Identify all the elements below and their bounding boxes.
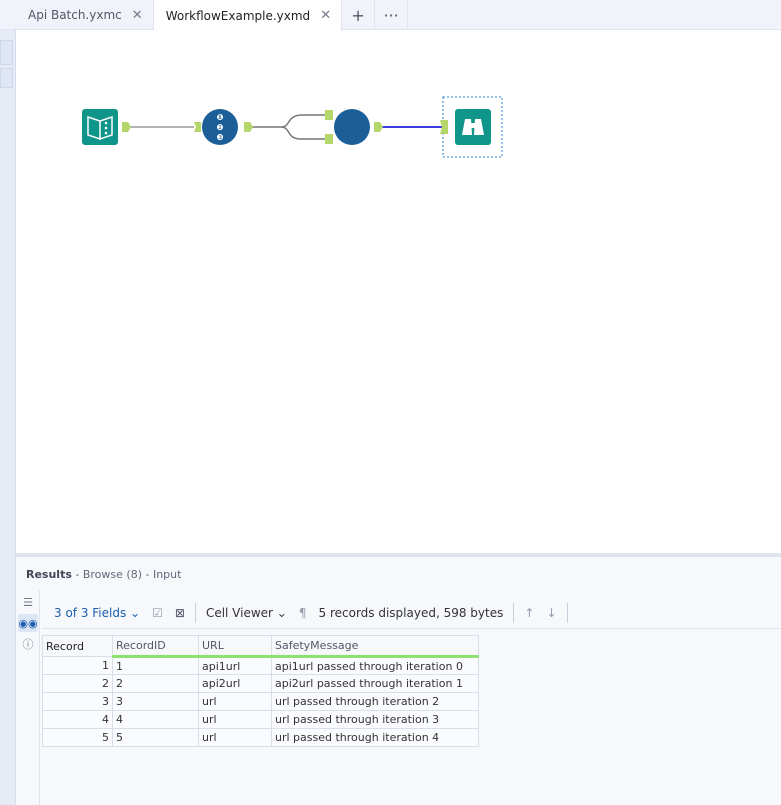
table-cell[interactable]: api2url xyxy=(198,674,272,693)
deselect-icon[interactable]: ⊠ xyxy=(175,606,185,620)
tab-label: WorkflowExample.yxmd xyxy=(165,8,311,23)
table-cell[interactable]: url passed through iteration 4 xyxy=(271,728,479,747)
binoculars-icon[interactable]: ◉◉ xyxy=(18,614,38,632)
browse-tool-icon[interactable] xyxy=(455,109,491,145)
tab-api-batch[interactable]: Api Batch.yxmc ✕ xyxy=(0,0,154,30)
table-cell[interactable]: 2 xyxy=(42,674,113,693)
pilcrow-icon[interactable]: ¶ xyxy=(299,606,307,620)
macro-tool-icon[interactable] xyxy=(334,109,370,145)
list-icon[interactable]: ☰ xyxy=(18,593,38,611)
table-cell[interactable]: 4 xyxy=(112,710,199,729)
results-toolbar: 3 of 3 Fields ⌄ ☑ ⊠ Cell Viewer ⌄ ¶ 5 re… xyxy=(42,597,781,629)
add-tab-button[interactable]: + xyxy=(342,0,376,30)
svg-text:❷: ❷ xyxy=(216,123,223,132)
workflow-canvas[interactable]: ❶ ❷ ❸ xyxy=(16,31,781,553)
arrow-down-icon[interactable]: ↓ xyxy=(546,606,556,620)
fields-dropdown[interactable]: 3 of 3 Fields ⌄ xyxy=(54,606,140,620)
table-cell[interactable]: 5 xyxy=(42,728,113,747)
close-icon[interactable]: ✕ xyxy=(132,8,143,23)
table-cell[interactable]: api1url passed through iteration 0 xyxy=(271,656,479,675)
table-row[interactable]: 2 2 api2url api2url passed through iteratio… xyxy=(42,674,479,693)
tab-label: Api Batch.yxmc xyxy=(28,8,122,22)
table-cell[interactable]: 1 xyxy=(42,656,113,675)
table-cell[interactable]: api1url xyxy=(198,656,272,675)
table-cell[interactable]: 3 xyxy=(42,692,113,711)
table-cell[interactable]: 1 xyxy=(112,656,199,675)
left-panel-strip[interactable] xyxy=(0,30,16,805)
table-row[interactable]: 1 1 api1url api1url passed through iteratio… xyxy=(42,656,479,675)
column-header[interactable]: URL xyxy=(198,635,272,658)
results-subtitle: - Browse (8) - Input xyxy=(71,568,182,581)
table-cell[interactable]: 3 xyxy=(112,692,199,711)
arrow-up-icon[interactable]: ↑ xyxy=(524,606,534,620)
table-cell[interactable]: api2url passed through iteration 1 xyxy=(271,674,479,693)
input-anchor xyxy=(325,134,333,144)
table-header-row: Record RecordID URL SafetyMessage xyxy=(42,635,479,658)
cell-viewer-dropdown[interactable]: Cell Viewer ⌄ xyxy=(206,606,287,620)
table-cell[interactable]: url xyxy=(198,728,272,747)
output-anchor xyxy=(122,122,131,132)
table-row[interactable]: 5 5 url url passed through iteration 4 xyxy=(42,728,479,747)
output-anchor xyxy=(374,122,383,132)
input-tool-icon[interactable] xyxy=(82,109,118,145)
table-cell[interactable]: url passed through iteration 3 xyxy=(271,710,479,729)
results-panel: Results - Browse (8) - Input ☰ ◉◉ ⓘ 3 of… xyxy=(16,557,781,805)
results-title: Results xyxy=(26,568,72,581)
close-icon[interactable]: ✕ xyxy=(320,8,331,23)
results-header: Results - Browse (8) - Input xyxy=(26,568,181,581)
table-row[interactable]: 4 4 url url passed through iteration 3 xyxy=(42,710,479,729)
checkbox-icon[interactable]: ☑ xyxy=(152,606,163,620)
column-header[interactable]: RecordID xyxy=(112,635,199,658)
table-cell[interactable]: 4 xyxy=(42,710,113,729)
table-cell[interactable]: url passed through iteration 2 xyxy=(271,692,479,711)
column-header[interactable]: SafetyMessage xyxy=(271,635,479,658)
table-cell[interactable]: 2 xyxy=(112,674,199,693)
results-side-toolbar: ☰ ◉◉ ⓘ xyxy=(16,590,40,805)
tab-workflow-example[interactable]: WorkflowExample.yxmd ✕ xyxy=(153,0,343,31)
svg-text:❸: ❸ xyxy=(216,133,223,142)
table-row[interactable]: 3 3 url url passed through iteration 2 xyxy=(42,692,479,711)
results-table: Record RecordID URL SafetyMessage 1 1 api1… xyxy=(42,635,479,747)
tab-bar: Api Batch.yxmc ✕ WorkflowExample.yxmd ✕ + … xyxy=(0,0,781,31)
table-cell[interactable]: url xyxy=(198,710,272,729)
connection xyxy=(252,114,326,140)
input-anchor xyxy=(325,110,333,120)
workflow-diagram: ❶ ❷ ❸ xyxy=(82,96,503,158)
table-cell[interactable]: url xyxy=(198,692,272,711)
more-tabs-button[interactable]: ··· xyxy=(375,0,409,30)
column-header[interactable]: Record xyxy=(42,635,113,657)
input-anchor xyxy=(194,122,201,132)
help-icon[interactable]: ⓘ xyxy=(18,635,38,653)
records-status: 5 records displayed, 598 bytes xyxy=(318,605,504,620)
output-anchor xyxy=(244,122,253,132)
table-cell[interactable]: 5 xyxy=(112,728,199,747)
svg-text:❶: ❶ xyxy=(217,113,224,122)
record-id-tool-icon[interactable]: ❶ ❷ ❸ xyxy=(202,109,238,145)
